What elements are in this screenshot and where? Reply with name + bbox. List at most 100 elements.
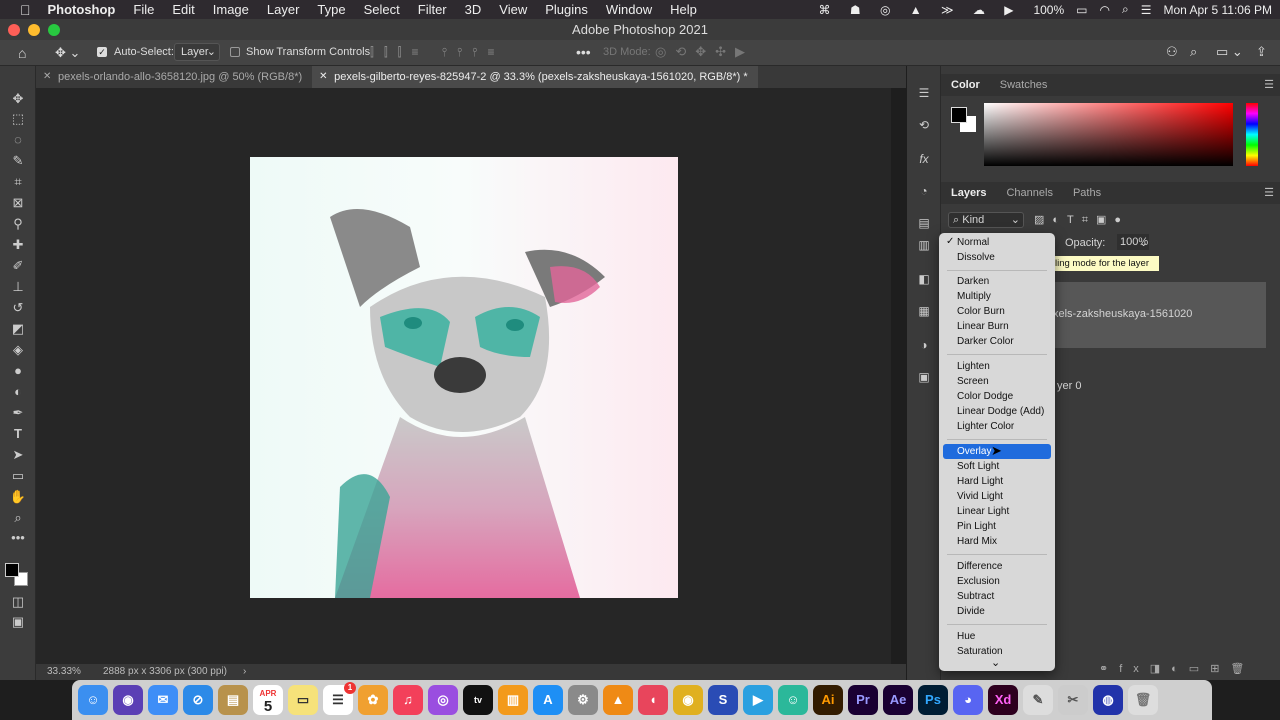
minimize-window-button[interactable]: [28, 24, 40, 36]
eraser-tool-icon[interactable]: ◩: [9, 321, 27, 337]
filter-type-icons[interactable]: ▨◐T⌗▣●: [1034, 213, 1129, 227]
menu-item[interactable]: Lighter Color: [939, 419, 1055, 434]
finder-icon[interactable]: ☺: [78, 685, 108, 715]
premiere-icon[interactable]: Pr: [848, 685, 878, 715]
menu-item[interactable]: Hard Light: [939, 474, 1055, 489]
control-center-icon[interactable]: ☰: [1141, 3, 1152, 17]
tab-color[interactable]: Color: [941, 74, 990, 96]
app-icon[interactable]: ◖: [638, 685, 668, 715]
chrome-icon[interactable]: ◉: [673, 685, 703, 715]
apple-tv-icon[interactable]: tv: [463, 685, 493, 715]
brush-tool-icon[interactable]: ✐: [9, 258, 27, 274]
auto-select-checkbox[interactable]: ✓: [97, 47, 107, 57]
layer-row-selected[interactable]: xels-zaksheuskaya-1561020: [1041, 282, 1266, 348]
healing-brush-tool-icon[interactable]: ✚: [9, 237, 27, 253]
marquee-tool-icon[interactable]: ⬚: [9, 111, 27, 127]
hue-slider[interactable]: [1246, 103, 1258, 166]
menu-item[interactable]: Pin Light: [939, 519, 1055, 534]
books-icon[interactable]: ▥: [498, 685, 528, 715]
notes-app-icon[interactable]: ▤: [218, 685, 248, 715]
app-menu[interactable]: Photoshop: [40, 2, 125, 17]
pen-tool-icon[interactable]: ✒: [9, 405, 27, 421]
tab-swatches[interactable]: Swatches: [990, 74, 1058, 96]
zoom-level[interactable]: 33.33%: [47, 664, 81, 680]
document-image[interactable]: [250, 157, 678, 598]
layer-filter-select[interactable]: ⌕ Kind ⌄: [948, 212, 1024, 228]
system-preferences-icon[interactable]: ⚙: [568, 685, 598, 715]
quick-mask-icon[interactable]: ◫: [9, 594, 27, 610]
zoom-window-button[interactable]: [48, 24, 60, 36]
eyedropper-tool-icon[interactable]: ⚲: [9, 216, 27, 232]
illustrator-icon[interactable]: Ai: [813, 685, 843, 715]
menu-item[interactable]: Divide: [939, 604, 1055, 619]
menu-item[interactable]: Exclusion: [939, 574, 1055, 589]
layers-footer-icons[interactable]: ⚭fx◨◐▭⊞🗑: [1099, 662, 1255, 675]
photos-icon[interactable]: ✿: [358, 685, 388, 715]
menu-select[interactable]: Select: [355, 2, 409, 17]
libraries-icon[interactable]: ▤: [916, 216, 932, 232]
move-tool-preset-icon[interactable]: ✥ ⌄: [55, 45, 80, 61]
screen-mode-icon[interactable]: ▣: [9, 614, 27, 630]
wifi-icon[interactable]: ◠: [1100, 3, 1110, 17]
app-icon[interactable]: ◍: [1093, 685, 1123, 715]
menu-item[interactable]: Hue: [939, 629, 1055, 644]
channels-icon[interactable]: ◑: [916, 338, 932, 354]
close-tab-icon[interactable]: ✕: [43, 66, 51, 88]
menu-item[interactable]: Color Burn: [939, 304, 1055, 319]
auto-select-target-select[interactable]: Layer ⌄: [174, 43, 220, 61]
menu-filter[interactable]: Filter: [409, 2, 456, 17]
battery-icon[interactable]: ▭: [1076, 3, 1087, 17]
spotlight-icon[interactable]: ⌕: [1122, 2, 1129, 17]
color-fg-swatch[interactable]: [951, 107, 967, 123]
menu-item[interactable]: Lighten: [939, 359, 1055, 374]
menu-3d[interactable]: 3D: [456, 2, 491, 17]
menu-item[interactable]: Hard Mix: [939, 534, 1055, 549]
chevron-right-icon[interactable]: ›: [243, 664, 246, 680]
menu-item[interactable]: Vivid Light: [939, 489, 1055, 504]
rectangle-tool-icon[interactable]: ▭: [9, 468, 27, 484]
hand-tool-icon[interactable]: ✋: [9, 489, 27, 505]
menu-plugins[interactable]: Plugins: [536, 2, 597, 17]
panel-menu-icon[interactable]: ☰: [1264, 78, 1274, 91]
app-icon[interactable]: ▶: [743, 685, 773, 715]
show-transform-checkbox[interactable]: [230, 47, 240, 57]
stickies-icon[interactable]: ▭: [288, 685, 318, 715]
search-icon[interactable]: ⌕: [1190, 44, 1197, 60]
menu-item[interactable]: Screen: [939, 374, 1055, 389]
app-store-icon[interactable]: A: [533, 685, 563, 715]
history-icon[interactable]: ⟲: [916, 118, 932, 134]
clone-stamp-tool-icon[interactable]: ⊥: [9, 279, 27, 295]
dodge-tool-icon[interactable]: ◐: [9, 384, 27, 400]
adjustments-icon[interactable]: ◔: [916, 184, 932, 200]
calendar-icon[interactable]: APR 5: [253, 685, 283, 715]
app-icon[interactable]: S: [708, 685, 738, 715]
align-buttons[interactable]: ⫿⫿⫿≡ ⫯⫯⫯≡: [370, 45, 505, 60]
reminders-icon[interactable]: ☰ 1: [323, 682, 356, 715]
export-icon[interactable]: ⇪: [1256, 44, 1267, 60]
workspace-icon[interactable]: ▭ ⌄: [1216, 44, 1243, 60]
menu-help[interactable]: Help: [661, 2, 706, 17]
chevron-down-icon[interactable]: ⌄: [1139, 236, 1148, 249]
shapes-icon[interactable]: ▣: [916, 370, 932, 386]
edit-toolbar-icon[interactable]: •••: [9, 530, 27, 546]
menu-item[interactable]: Multiply: [939, 289, 1055, 304]
menu-window[interactable]: Window: [597, 2, 661, 17]
menu-file[interactable]: File: [124, 2, 163, 17]
close-window-button[interactable]: [8, 24, 20, 36]
battery-percent[interactable]: 100%: [1033, 3, 1064, 17]
history-brush-tool-icon[interactable]: ↺: [9, 300, 27, 316]
menu-item[interactable]: Color Dodge: [939, 389, 1055, 404]
path-select-tool-icon[interactable]: ➤: [9, 447, 27, 463]
properties-icon[interactable]: ☰: [916, 86, 932, 102]
document-tab-active[interactable]: ✕ pexels-gilberto-reyes-825947-2 @ 33.3%…: [312, 66, 758, 88]
clock[interactable]: Mon Apr 5 11:06 PM: [1163, 3, 1272, 17]
menu-image[interactable]: Image: [204, 2, 258, 17]
notes-icon[interactable]: ▥: [916, 238, 932, 254]
menu-item[interactable]: Linear Dodge (Add): [939, 404, 1055, 419]
tab-channels[interactable]: Channels: [996, 182, 1062, 204]
menu-item[interactable]: Normal: [939, 235, 1055, 250]
menu-item[interactable]: Difference: [939, 559, 1055, 574]
status-icons[interactable]: ⌘ ☗ ◎ ▲ ≫ ☁ ▶: [819, 3, 1022, 17]
frame-tool-icon[interactable]: ⊠: [9, 195, 27, 211]
patterns-icon[interactable]: ▦: [916, 304, 932, 320]
